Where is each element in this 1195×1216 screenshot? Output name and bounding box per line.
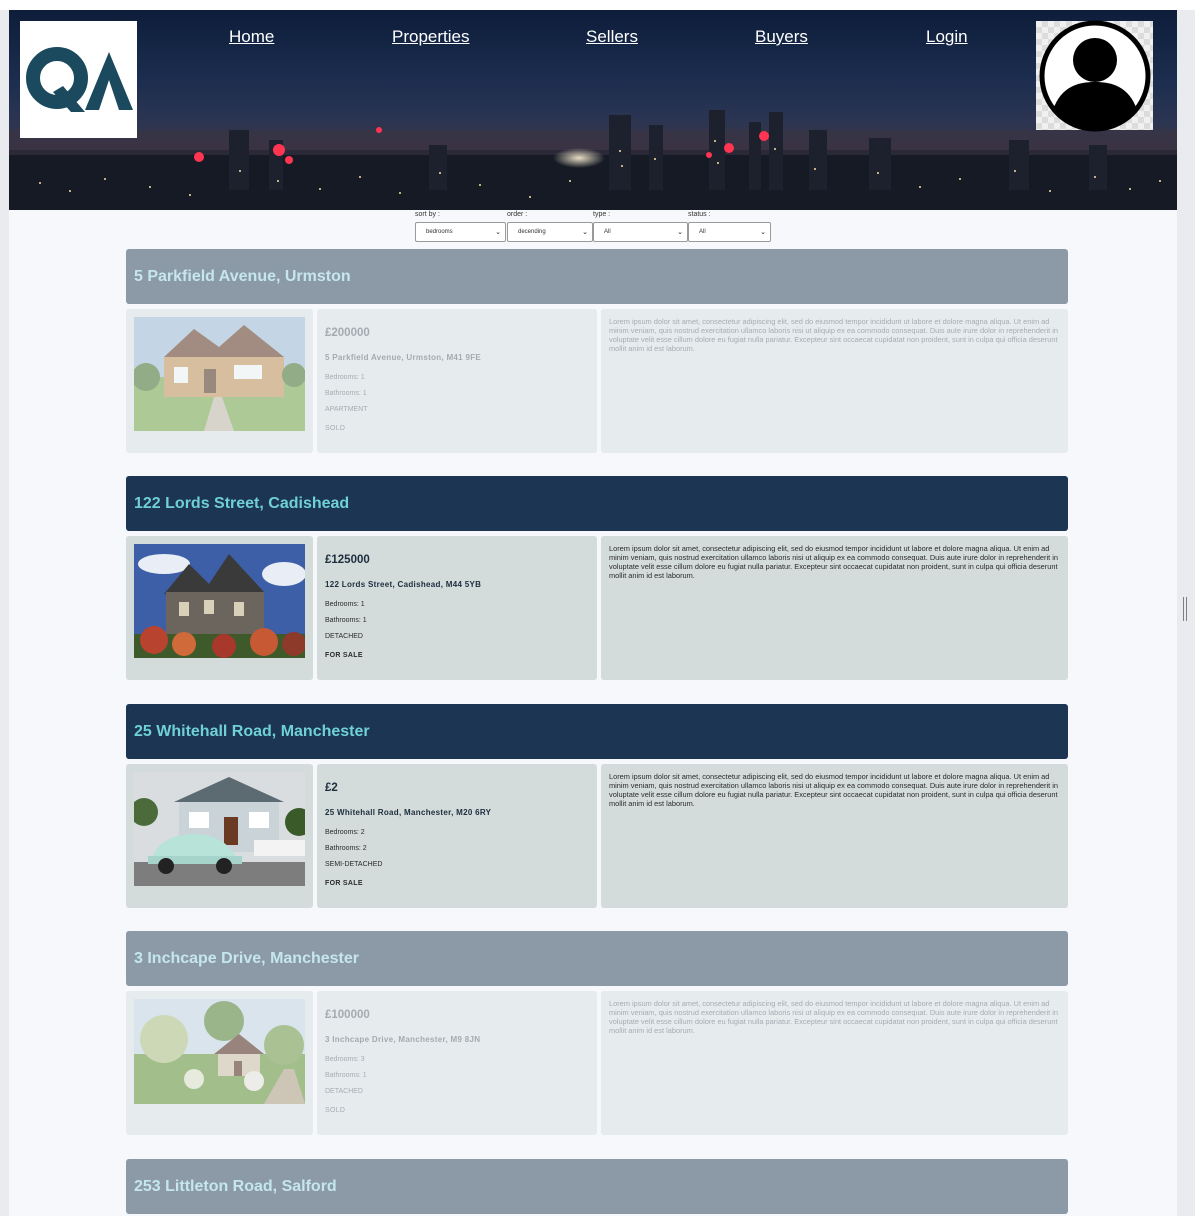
listing-image-panel — [126, 991, 313, 1135]
listing-bathrooms: Bathrooms: 1 — [325, 390, 367, 397]
sort-label: sort by : — [415, 211, 440, 218]
listing-bedrooms: Bedrooms: 2 — [325, 829, 365, 836]
qa-logo-icon — [25, 46, 133, 112]
order-value: decending — [518, 229, 546, 235]
order-filter: order : decending ⌄ — [507, 210, 593, 242]
status-value: All — [699, 229, 706, 235]
listing-title[interactable]: 122 Lords Street, Cadishead — [126, 476, 1068, 531]
status-label: status : — [688, 211, 711, 218]
listing-image-panel — [126, 764, 313, 908]
listing-price: £200000 — [325, 327, 370, 339]
sort-value: bedrooms — [426, 229, 453, 235]
listing-type: DETACHED — [325, 633, 363, 640]
chevron-down-icon: ⌄ — [582, 229, 588, 236]
listing-address: 3 Inchcape Drive, Manchester, M9 8JN — [325, 1035, 481, 1044]
listing-card[interactable]: 253 Littleton Road, Salford — [126, 1159, 1068, 1214]
listing-status: FOR SALE — [325, 652, 363, 659]
listing-title[interactable]: 253 Littleton Road, Salford — [126, 1159, 1068, 1214]
order-label: order : — [507, 211, 528, 218]
browser-top-strip — [0, 0, 1195, 10]
nav-sellers-link[interactable]: Sellers — [586, 27, 638, 47]
city-skyline-banner — [9, 110, 1177, 210]
listing-bedrooms: Bedrooms: 1 — [325, 374, 365, 381]
listing-bedrooms: Bedrooms: 3 — [325, 1056, 365, 1063]
order-select[interactable]: decending ⌄ — [507, 222, 593, 242]
status-select[interactable]: All ⌄ — [688, 222, 771, 242]
chevron-down-icon: ⌄ — [677, 229, 683, 236]
user-avatar-icon — [1039, 20, 1150, 131]
listing-card[interactable]: 5 Parkfield Avenue, Urmston £200000 5 Pa… — [126, 249, 1068, 453]
listing-address: 25 Whitehall Road, Manchester, M20 6RY — [325, 808, 492, 817]
type-select[interactable]: All ⌄ — [593, 222, 688, 242]
listing-card[interactable]: 25 Whitehall Road, Manchester £2 25 Whit… — [126, 704, 1068, 908]
status-filter: status : All ⌄ — [688, 210, 771, 242]
listing-bathrooms: Bathrooms: 1 — [325, 617, 367, 624]
listing-info-panel: £125000 122 Lords Street, Cadishead, M44… — [317, 536, 597, 680]
listing-title[interactable]: 25 Whitehall Road, Manchester — [126, 704, 1068, 759]
chevron-down-icon: ⌄ — [495, 229, 501, 236]
page: Home Properties Sellers Buyers Login sor… — [9, 10, 1177, 1216]
sort-select[interactable]: bedrooms ⌄ — [415, 222, 506, 242]
scrollbar-handle[interactable] — [1183, 597, 1189, 621]
listing-description: Lorem ipsum dolor sit amet, consectetur … — [601, 536, 1068, 680]
nav-properties-link[interactable]: Properties — [392, 27, 469, 47]
listing-bedrooms: Bedrooms: 1 — [325, 601, 365, 608]
listing-info-panel: £200000 5 Parkfield Avenue, Urmston, M41… — [317, 309, 597, 453]
listing-image-panel — [126, 309, 313, 453]
nav-login-link[interactable]: Login — [926, 27, 968, 47]
listing-info-panel: £2 25 Whitehall Road, Manchester, M20 6R… — [317, 764, 597, 908]
listing-bathrooms: Bathrooms: 2 — [325, 845, 367, 852]
listing-price: £100000 — [325, 1009, 370, 1021]
brick-house-photo[interactable] — [134, 317, 305, 431]
listing-status: SOLD — [325, 425, 346, 432]
type-value: All — [604, 229, 611, 235]
chevron-down-icon: ⌄ — [760, 229, 766, 236]
listing-address: 5 Parkfield Avenue, Urmston, M41 9FE — [325, 353, 482, 362]
listing-title[interactable]: 5 Parkfield Avenue, Urmston — [126, 249, 1068, 304]
listing-card[interactable]: 122 Lords Street, Cadishead £125000 122 … — [126, 476, 1068, 680]
listing-price: £2 — [325, 782, 338, 794]
listing-card[interactable]: 3 Inchcape Drive, Manchester £100000 3 I… — [126, 931, 1068, 1135]
listing-status: SOLD — [325, 1107, 346, 1114]
listing-description: Lorem ipsum dolor sit amet, consectetur … — [601, 764, 1068, 908]
listing-address: 122 Lords Street, Cadishead, M44 5YB — [325, 580, 482, 589]
listing-type: DETACHED — [325, 1088, 363, 1095]
site-header: Home Properties Sellers Buyers Login — [9, 10, 1177, 210]
nav-home-link[interactable]: Home — [229, 27, 274, 47]
cottage-garden-photo[interactable] — [134, 999, 305, 1104]
type-filter: type : All ⌄ — [593, 210, 688, 242]
listing-bathrooms: Bathrooms: 1 — [325, 1072, 367, 1079]
filter-bar: sort by : bedrooms ⌄ order : decending ⌄… — [415, 210, 775, 246]
listing-description: Lorem ipsum dolor sit amet, consectetur … — [601, 991, 1068, 1135]
listing-price: £125000 — [325, 554, 370, 566]
listing-type: APARTMENT — [325, 406, 368, 413]
listing-status: FOR SALE — [325, 880, 363, 887]
type-label: type : — [593, 211, 611, 218]
listing-description: Lorem ipsum dolor sit amet, consectetur … — [601, 309, 1068, 453]
listing-image-panel — [126, 536, 313, 680]
listing-info-panel: £100000 3 Inchcape Drive, Manchester, M9… — [317, 991, 597, 1135]
nav-buyers-link[interactable]: Buyers — [755, 27, 808, 47]
listing-title[interactable]: 3 Inchcape Drive, Manchester — [126, 931, 1068, 986]
qa-logo[interactable] — [20, 21, 137, 138]
house-with-beetle-car-photo[interactable] — [134, 772, 305, 886]
stone-house-photo[interactable] — [134, 544, 305, 658]
sort-filter: sort by : bedrooms ⌄ — [415, 210, 506, 242]
listing-type: SEMI-DETACHED — [325, 861, 383, 868]
user-avatar[interactable] — [1036, 20, 1153, 131]
